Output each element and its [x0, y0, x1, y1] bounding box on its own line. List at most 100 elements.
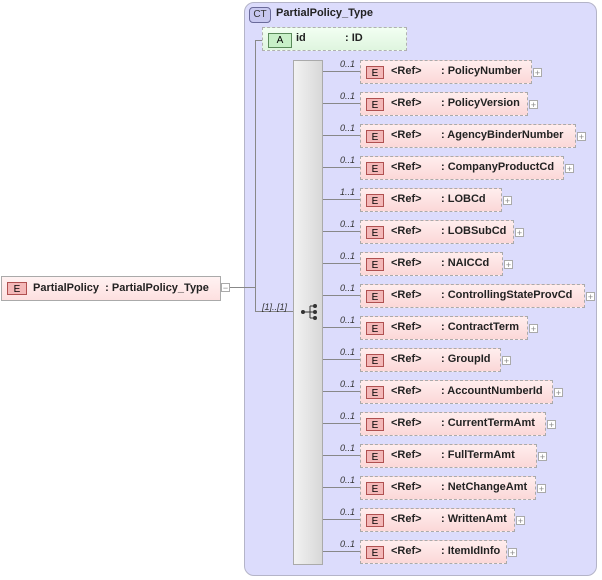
element-ref-label: <Ref> [391, 321, 422, 333]
element-ref-label: <Ref> [391, 193, 422, 205]
element-type: : GroupId [441, 353, 491, 365]
element-multiplicity: 0..1 [340, 155, 356, 165]
element-multiplicity: 0..1 [340, 283, 356, 293]
root-element-name: PartialPolicy : PartialPolicy_Type [33, 282, 209, 294]
sequence-multiplicity: [1]..[1] [262, 302, 288, 312]
element-ref-label: <Ref> [391, 481, 422, 493]
expand-button[interactable]: + [538, 452, 547, 462]
connector-line [323, 167, 360, 168]
element-ref-label: <Ref> [391, 449, 422, 461]
element-type: : AccountNumberId [441, 385, 543, 397]
element-type: : PolicyNumber [441, 65, 522, 77]
expand-button[interactable]: + [508, 548, 517, 558]
element-badge: E [366, 546, 384, 559]
connector-line [323, 199, 360, 200]
expand-button[interactable]: + [529, 324, 538, 334]
element-type: : LOBSubCd [441, 225, 507, 237]
connector-line [323, 231, 360, 232]
sequence-icon [301, 304, 317, 320]
element-multiplicity: 0..1 [340, 507, 356, 517]
attribute-type: : ID [345, 32, 363, 44]
expand-button[interactable]: + [565, 164, 574, 174]
element-badge: E [366, 450, 384, 463]
element-type: : FullTermAmt [441, 449, 515, 461]
element-multiplicity: 0..1 [340, 347, 356, 357]
connector-line [323, 359, 360, 360]
complex-type-badge: CT [249, 7, 271, 23]
connector-line [255, 40, 256, 312]
element-type: : LOBCd [441, 193, 486, 205]
element-badge: E [366, 482, 384, 495]
element-ref-label: <Ref> [391, 545, 422, 557]
element-multiplicity: 0..1 [340, 379, 356, 389]
element-type: : NetChangeAmt [441, 481, 528, 493]
element-badge: E [366, 66, 384, 79]
element-badge: E [366, 322, 384, 335]
connector-line [323, 391, 360, 392]
element-badge: E [7, 282, 27, 295]
element-badge: E [366, 194, 384, 207]
connector-line [323, 455, 360, 456]
expand-button[interactable]: + [502, 356, 511, 366]
attribute-badge: A [268, 33, 292, 48]
element-ref-label: <Ref> [391, 513, 422, 525]
element-multiplicity: 0..1 [340, 219, 356, 229]
element-multiplicity: 0..1 [340, 539, 356, 549]
element-badge: E [366, 162, 384, 175]
collapse-button[interactable]: − [221, 283, 230, 293]
element-multiplicity: 0..1 [340, 411, 356, 421]
expand-button[interactable]: + [577, 132, 586, 142]
connector-line [323, 327, 360, 328]
element-ref-label: <Ref> [391, 225, 422, 237]
connector-line [323, 71, 360, 72]
complex-type-title: PartialPolicy_Type [276, 7, 374, 19]
connector-line [323, 263, 360, 264]
expand-button[interactable]: + [547, 420, 556, 430]
element-badge: E [366, 418, 384, 431]
element-badge: E [366, 290, 384, 303]
element-multiplicity: 1..1 [340, 187, 356, 197]
connector-line [323, 295, 360, 296]
expand-button[interactable]: + [515, 228, 524, 238]
connector-line [323, 423, 360, 424]
element-ref-label: <Ref> [391, 129, 422, 141]
expand-button[interactable]: + [533, 68, 542, 78]
connector-line [230, 287, 255, 288]
expand-button[interactable]: + [537, 484, 546, 494]
element-badge: E [366, 226, 384, 239]
element-ref-label: <Ref> [391, 385, 422, 397]
connector-line [323, 519, 360, 520]
connector-line [323, 487, 360, 488]
expand-button[interactable]: + [516, 516, 525, 526]
element-badge: E [366, 98, 384, 111]
element-ref-label: <Ref> [391, 97, 422, 109]
element-type: : ItemIdInfo [441, 545, 501, 557]
element-multiplicity: 0..1 [340, 251, 356, 261]
element-badge: E [366, 514, 384, 527]
expand-button[interactable]: + [503, 196, 512, 206]
attribute-name: id [296, 32, 306, 44]
element-ref-label: <Ref> [391, 417, 422, 429]
element-multiplicity: 0..1 [340, 475, 356, 485]
element-type: : CompanyProductCd [441, 161, 555, 173]
expand-button[interactable]: + [529, 100, 538, 110]
element-badge: E [366, 386, 384, 399]
expand-button[interactable]: + [554, 388, 563, 398]
element-type: : PolicyVersion [441, 97, 520, 109]
element-type: : ContractTerm [441, 321, 520, 333]
element-multiplicity: 0..1 [340, 443, 356, 453]
element-type: : AgencyBinderNumber [441, 129, 564, 141]
connector-line [323, 551, 360, 552]
connector-line [323, 103, 360, 104]
connector-line [323, 135, 360, 136]
element-ref-label: <Ref> [391, 353, 422, 365]
element-ref-label: <Ref> [391, 161, 422, 173]
element-ref-label: <Ref> [391, 65, 422, 77]
element-badge: E [366, 258, 384, 271]
expand-button[interactable]: + [586, 292, 595, 302]
element-ref-label: <Ref> [391, 289, 422, 301]
element-badge: E [366, 130, 384, 143]
expand-button[interactable]: + [504, 260, 513, 270]
element-multiplicity: 0..1 [340, 123, 356, 133]
element-multiplicity: 0..1 [340, 91, 356, 101]
